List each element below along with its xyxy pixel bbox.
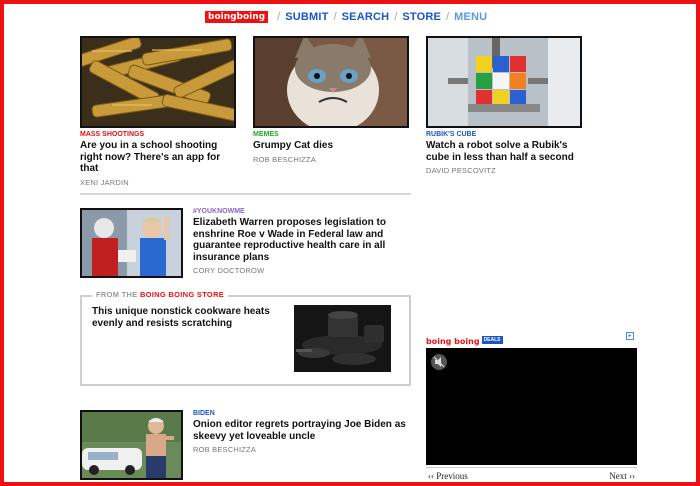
nav-separator: /	[446, 11, 450, 23]
post-thumbnail-biden-onion[interactable]	[80, 410, 183, 480]
post-card-mass-shootings[interactable]: MASS SHOOTINGS Are you in a school shoot…	[80, 36, 236, 187]
post-headline[interactable]: Are you in a school shooting right now? …	[80, 140, 236, 175]
post-author[interactable]: ROB BESCHIZZA	[253, 155, 409, 164]
post-card-rubiks-cube[interactable]: RUBIK'S CUBE Watch a robot solve a Rubik…	[426, 36, 582, 175]
post-thumbnail-bullets[interactable]	[80, 36, 236, 128]
ad-divider	[426, 467, 637, 468]
store-link[interactable]: BOING BOING STORE	[140, 290, 224, 299]
post-category[interactable]: #YOUKNOWME	[193, 208, 408, 215]
post-category[interactable]: MEMES	[253, 131, 409, 138]
post-author[interactable]: ROB BESCHIZZA	[193, 445, 408, 454]
list-item[interactable]: #YOUKNOWME Elizabeth Warren proposes leg…	[80, 208, 411, 280]
video-player[interactable]	[426, 348, 637, 465]
nav-separator: /	[277, 11, 281, 23]
list-item[interactable]: BIDEN Onion editor regrets portraying Jo…	[80, 410, 411, 482]
post-author[interactable]: DAVID PESCOVITZ	[426, 166, 582, 175]
post-card-memes[interactable]: MEMES Grumpy Cat dies ROB BESCHIZZA	[253, 36, 409, 164]
store-label: FROM THE BOING BOING STORE	[92, 290, 229, 299]
site-logo[interactable]: boingboing	[205, 11, 269, 23]
post-headline[interactable]: Elizabeth Warren proposes legislation to…	[193, 217, 408, 263]
nav-search-link[interactable]: SEARCH	[342, 11, 390, 23]
nav-submit-link[interactable]: SUBMIT	[285, 11, 328, 23]
post-category[interactable]: MASS SHOOTINGS	[80, 131, 236, 138]
top-navigation: boingboing / SUBMIT / SEARCH / STORE / M…	[205, 11, 487, 23]
post-author[interactable]: CORY DOCTOROW	[193, 266, 408, 275]
next-button[interactable]: Next ››	[609, 471, 635, 481]
previous-button[interactable]: ‹‹ Previous	[428, 471, 468, 481]
post-headline[interactable]: Watch a robot solve a Rubik's cube in le…	[426, 140, 582, 163]
post-author[interactable]: XENI JARDIN	[80, 178, 236, 187]
ad-choices-icon[interactable]: ▸	[626, 332, 634, 340]
post-thumbnail-grumpy-cat[interactable]	[253, 36, 409, 128]
post-thumbnail-warren[interactable]	[80, 208, 183, 278]
ad-header: boing boing DEALS ▸	[426, 331, 636, 346]
section-divider	[80, 193, 411, 195]
post-headline[interactable]: Grumpy Cat dies	[253, 140, 409, 152]
post-headline[interactable]: Onion editor regrets portraying Joe Bide…	[193, 419, 408, 442]
post-thumbnail-rubiks-robot[interactable]	[426, 36, 582, 128]
mute-icon[interactable]	[431, 354, 447, 370]
store-promo[interactable]: FROM THE BOING BOING STORE This unique n…	[80, 290, 411, 386]
ad-logo[interactable]: boing boing	[426, 337, 480, 346]
nav-separator: /	[333, 11, 337, 23]
store-product-image[interactable]	[294, 305, 391, 372]
post-category[interactable]: BIDEN	[193, 410, 408, 417]
nav-store-link[interactable]: STORE	[402, 11, 441, 23]
post-category[interactable]: RUBIK'S CUBE	[426, 131, 582, 138]
deals-badge: DEALS	[481, 335, 503, 344]
store-product-title[interactable]: This unique nonstick cookware heats even…	[92, 306, 277, 329]
nav-separator: /	[394, 11, 398, 23]
nav-menu-link[interactable]: MENU	[454, 11, 487, 23]
store-label-prefix: FROM THE	[96, 290, 138, 299]
